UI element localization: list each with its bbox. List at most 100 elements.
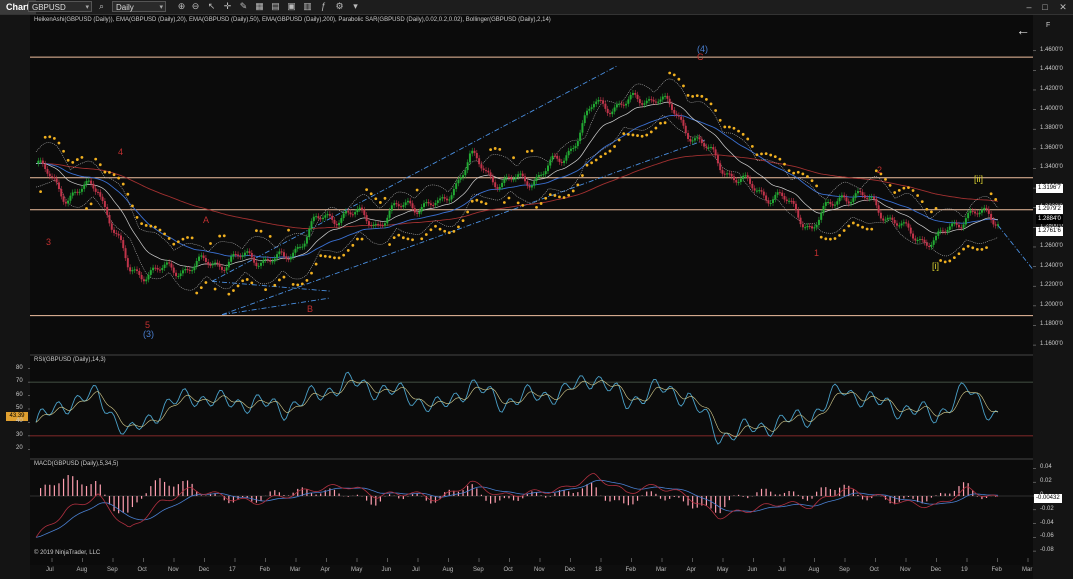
sar-dot bbox=[585, 163, 589, 167]
sar-dot bbox=[888, 183, 892, 187]
rsi-tick-label: 80 bbox=[16, 364, 23, 371]
search-icon[interactable]: ⌕ bbox=[96, 1, 107, 12]
rsi-tick-label: 70 bbox=[16, 378, 23, 385]
sar-dot bbox=[631, 133, 635, 137]
candle-body bbox=[468, 153, 471, 163]
candle-body bbox=[349, 212, 352, 215]
minimize-icon[interactable]: – bbox=[1021, 0, 1037, 14]
pointer-icon[interactable]: ↖ bbox=[206, 1, 217, 12]
candle-body bbox=[400, 206, 403, 208]
sar-dot bbox=[250, 281, 254, 285]
sar-dot bbox=[259, 229, 263, 233]
candle-body bbox=[971, 210, 974, 212]
drawing-tools-icon[interactable]: ▾ bbox=[350, 1, 361, 12]
properties-icon[interactable]: ▤ bbox=[270, 1, 281, 12]
sar-dot bbox=[856, 223, 860, 227]
sar-dot bbox=[994, 198, 998, 201]
candle-body bbox=[319, 218, 322, 220]
period-label: Daily bbox=[116, 3, 134, 12]
candle-body bbox=[659, 99, 662, 102]
candle-body bbox=[964, 218, 967, 225]
candle-body bbox=[661, 96, 664, 100]
zoom-in-icon[interactable]: ⊕ bbox=[176, 1, 187, 12]
candle-body bbox=[209, 264, 212, 266]
template-icon[interactable]: ▥ bbox=[302, 1, 313, 12]
price-tick-label: 1.2600'0 bbox=[1040, 242, 1063, 249]
candle-body bbox=[937, 231, 940, 236]
period-selector[interactable]: Daily ▾ bbox=[112, 1, 166, 12]
candle-body bbox=[48, 173, 51, 177]
sar-dot bbox=[824, 237, 828, 241]
candle-body bbox=[273, 258, 276, 262]
candle-body bbox=[418, 211, 421, 214]
sar-dot bbox=[925, 207, 929, 211]
candle-body bbox=[227, 261, 230, 268]
rsi-title: RSI(GBPUSD (Daily),14,3) bbox=[34, 357, 106, 363]
candle-body bbox=[333, 219, 336, 224]
candle-body bbox=[156, 268, 159, 270]
candle-body bbox=[845, 197, 848, 202]
candle-body bbox=[60, 189, 63, 197]
draw-icon[interactable]: ✎ bbox=[238, 1, 249, 12]
maximize-icon[interactable]: □ bbox=[1037, 0, 1053, 14]
candle-body bbox=[900, 223, 903, 226]
sar-dot bbox=[140, 222, 144, 226]
x-tick-label: Aug bbox=[442, 567, 454, 573]
candle-body bbox=[530, 185, 533, 188]
zoom-out-icon[interactable]: ⊖ bbox=[190, 1, 201, 12]
f-button[interactable]: F bbox=[1046, 22, 1050, 29]
sar-dot bbox=[163, 232, 166, 236]
x-tick-label: Jun bbox=[747, 567, 758, 573]
candle-body bbox=[285, 256, 288, 259]
candle-body bbox=[703, 143, 706, 147]
wave-label: 2 bbox=[877, 165, 883, 175]
candle-body bbox=[370, 225, 373, 227]
sar-dot bbox=[737, 129, 740, 133]
sar-dot bbox=[741, 132, 745, 136]
candle-body bbox=[496, 187, 499, 189]
x-tick-label: Mar bbox=[290, 567, 301, 573]
sar-dot bbox=[475, 198, 479, 202]
sar-dot bbox=[539, 202, 543, 205]
sar-dot bbox=[838, 233, 841, 237]
candle-body bbox=[57, 182, 60, 190]
chart-canvas[interactable] bbox=[0, 0, 1073, 579]
candle-body bbox=[788, 200, 791, 202]
x-tick-label: Apr bbox=[686, 567, 696, 573]
candle-body bbox=[106, 206, 109, 215]
candle-body bbox=[859, 191, 862, 193]
x-tick-label: Nov bbox=[900, 567, 911, 573]
candle-body bbox=[882, 218, 885, 221]
candle-body bbox=[847, 201, 850, 204]
candle-body bbox=[239, 256, 242, 258]
candle-body bbox=[813, 227, 816, 229]
sar-dot bbox=[461, 219, 465, 223]
back-arrow-icon[interactable]: ← bbox=[1016, 22, 1030, 38]
candle-body bbox=[351, 214, 354, 216]
candle-body bbox=[404, 202, 407, 206]
sar-dot bbox=[333, 256, 336, 260]
sar-dot bbox=[43, 135, 47, 139]
strategies-icon[interactable]: ⚙ bbox=[334, 1, 345, 12]
sar-dot bbox=[48, 135, 52, 139]
candle-body bbox=[115, 232, 118, 234]
candle-body bbox=[852, 197, 855, 203]
wave-label: 4 bbox=[118, 147, 124, 157]
candle-body bbox=[138, 270, 141, 275]
candle-body bbox=[792, 200, 795, 204]
indicators-icon[interactable]: ƒ bbox=[318, 1, 329, 12]
rsi-tick-label: 20 bbox=[16, 445, 23, 452]
sar-dot bbox=[948, 259, 952, 263]
candle-body bbox=[207, 261, 210, 265]
crosshair-icon[interactable]: ✛ bbox=[222, 1, 233, 12]
sar-dot bbox=[484, 202, 488, 206]
grid-icon[interactable]: ▦ bbox=[254, 1, 265, 12]
candle-body bbox=[581, 123, 584, 133]
sar-dot bbox=[502, 201, 506, 204]
candle-body bbox=[186, 269, 189, 271]
sar-dot bbox=[75, 158, 79, 161]
instrument-selector[interactable]: GBPUSD ▾ bbox=[28, 1, 92, 12]
candle-body bbox=[393, 203, 396, 206]
data-box-icon[interactable]: ▣ bbox=[286, 1, 297, 12]
close-icon[interactable]: ✕ bbox=[1055, 0, 1071, 14]
